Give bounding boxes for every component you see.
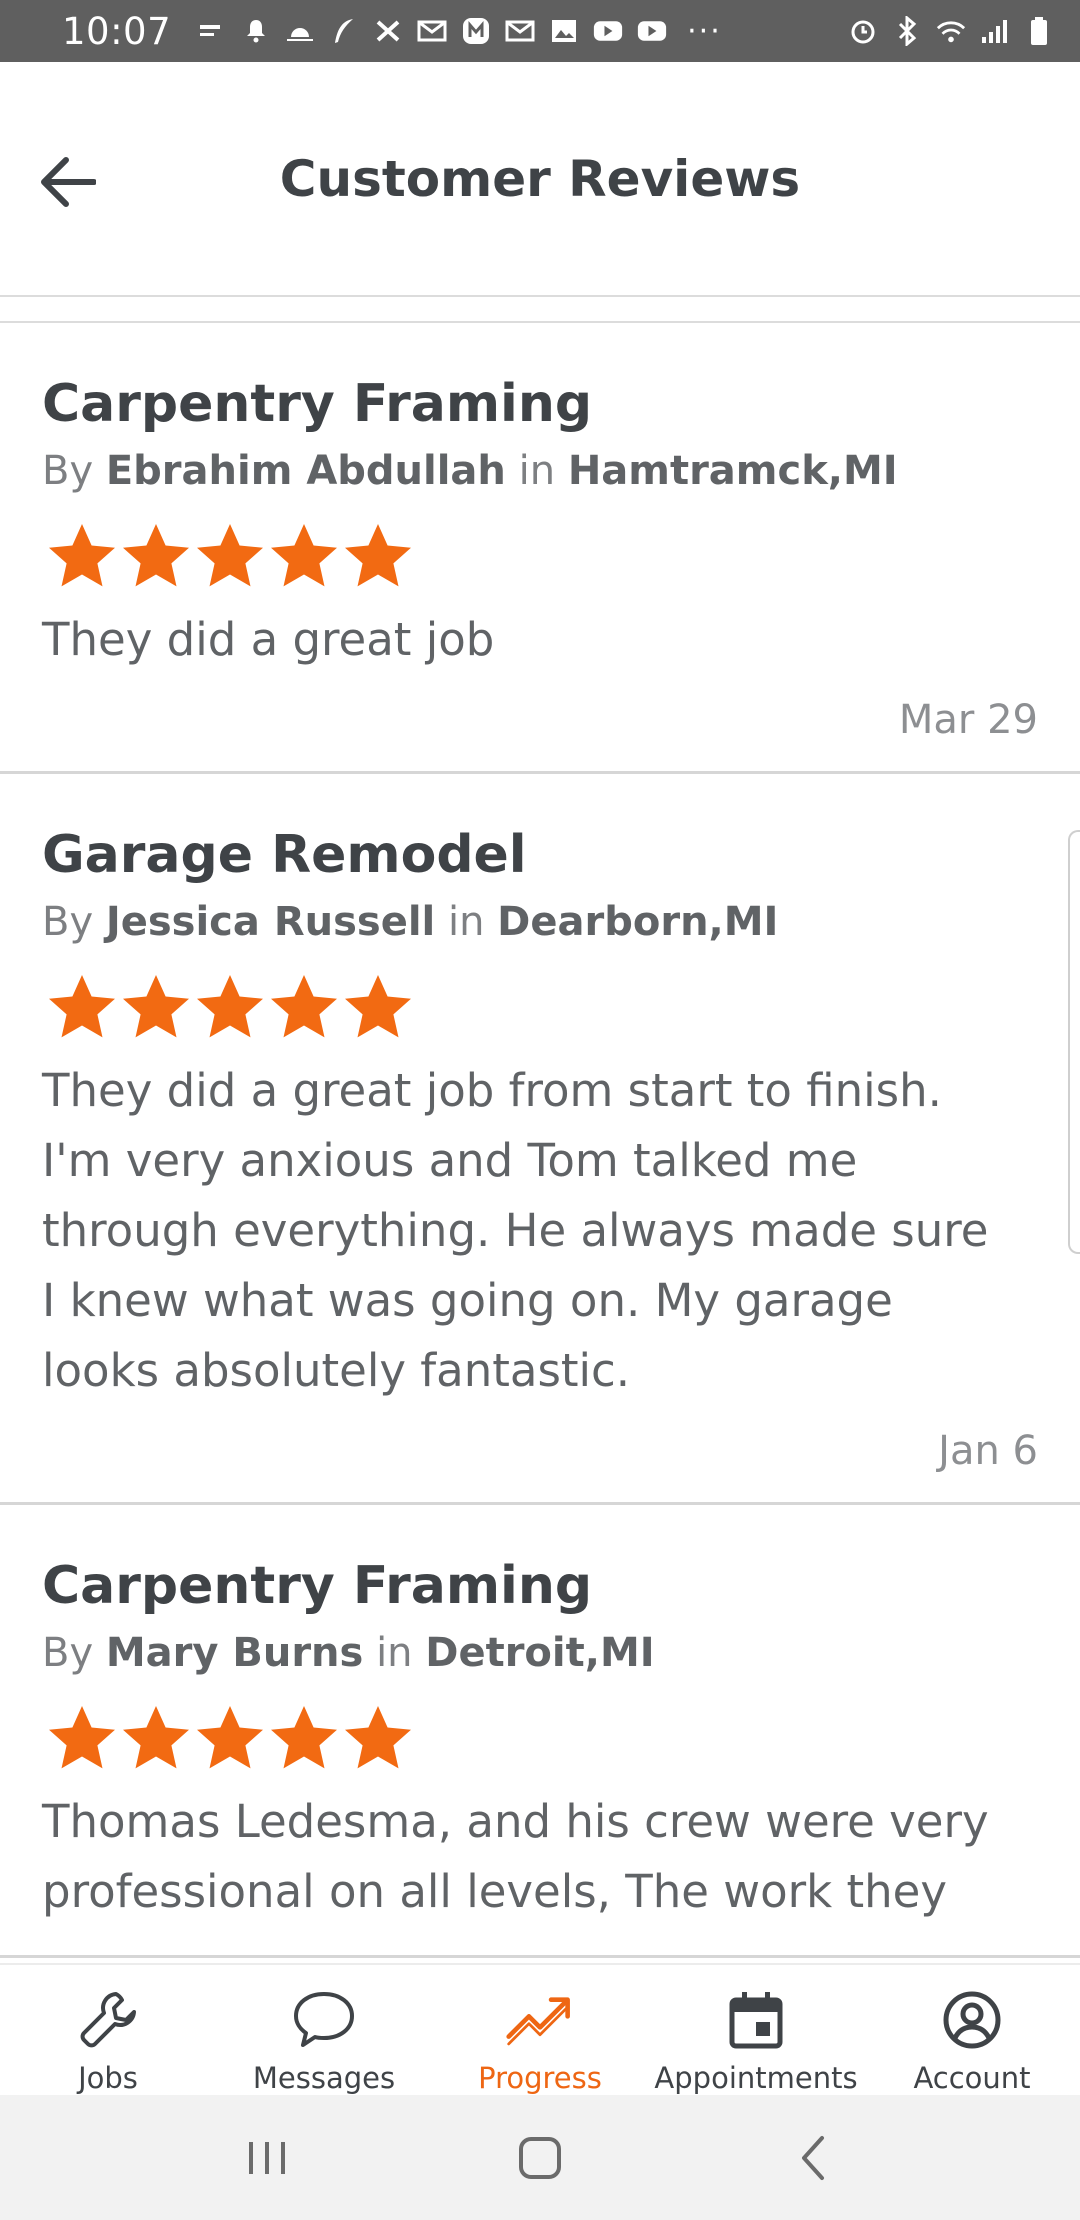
alarm-icon (848, 17, 878, 45)
review-date: Mar 29 (898, 697, 1038, 743)
nav-label: Account (913, 2061, 1031, 2095)
youtube-icon-2 (637, 17, 667, 45)
chat-bubble-icon (289, 1985, 359, 2055)
chevron-left-icon (802, 2135, 825, 2180)
by-prefix: By (42, 1630, 94, 1676)
calendar-icon (721, 1985, 791, 2055)
recents-button[interactable] (227, 2118, 307, 2198)
by-prefix: By (42, 899, 94, 945)
gmail-icon-2 (505, 17, 535, 45)
nav-item-jobs[interactable]: Jobs (0, 1965, 216, 2095)
star-icon (49, 1706, 115, 1769)
review-title: Carpentry Framing (42, 374, 593, 434)
youtube-icon (593, 17, 623, 45)
review-list[interactable]: Carpentry Framing By Ebrahim Abdullah in… (0, 323, 1080, 1963)
star-icon (197, 975, 263, 1038)
review-text: They did a great job from start to finis… (42, 1064, 989, 1397)
star-icon (271, 975, 337, 1038)
nav-item-account[interactable]: Account (864, 1965, 1080, 2095)
review-location: Detroit,MI (425, 1630, 655, 1676)
account-circle-icon (937, 1985, 1007, 2055)
review-author: Ebrahim Abdullah (105, 448, 506, 494)
app-m-icon (461, 17, 491, 45)
by-prefix: By (42, 448, 94, 494)
star-rating (46, 972, 1038, 1040)
home-icon (518, 2136, 561, 2179)
wrench-icon (73, 1985, 143, 2055)
review-date: Jan 6 (938, 1428, 1038, 1474)
review-byline: By Ebrahim Abdullah in Hamtramck,MI (42, 445, 1038, 497)
review-card: Garage Remodel By Jessica Russell in Dea… (0, 774, 1080, 1505)
in-word: in (518, 448, 556, 494)
review-card: Carpentry Framing By Mary Burns in Detro… (0, 1505, 1080, 1958)
volte-wifi-icon (936, 17, 966, 45)
review-card: Carpentry Framing By Ebrahim Abdullah in… (0, 323, 1080, 774)
side-panel-handle[interactable] (1068, 830, 1080, 1254)
star-icon (197, 524, 263, 587)
battery-icon (1024, 17, 1054, 45)
review-text: They did a great job (42, 613, 495, 666)
star-icon (271, 524, 337, 587)
page-title: Customer Reviews (279, 150, 801, 208)
review-byline: By Jessica Russell in Dearborn,MI (42, 896, 1038, 948)
system-back-button[interactable] (773, 2118, 853, 2198)
bluetooth-icon (892, 16, 922, 46)
system-nav-bar (0, 2095, 1080, 2220)
nav-label: Progress (478, 2061, 602, 2095)
star-icon (345, 524, 411, 587)
star-icon (49, 524, 115, 587)
tools-icon (373, 17, 403, 45)
in-word: in (447, 899, 485, 945)
status-time: 10:07 (62, 9, 172, 53)
image-icon (549, 17, 579, 45)
star-icon (197, 1706, 263, 1769)
star-icon (123, 975, 189, 1038)
in-word: in (376, 1630, 413, 1676)
gmail-icon (417, 17, 447, 45)
star-icon (271, 1706, 337, 1769)
review-title: Carpentry Framing (42, 1556, 593, 1616)
notification-icons: ··· (197, 14, 722, 49)
nav-label: Appointments (654, 2061, 858, 2095)
star-rating (46, 521, 1038, 589)
sunrise-icon (285, 17, 315, 45)
trending-up-icon (505, 1985, 575, 2055)
nav-label: Jobs (78, 2061, 138, 2095)
header-divider (0, 295, 1080, 297)
nav-item-messages[interactable]: Messages (216, 1965, 432, 2095)
star-rating (46, 1703, 1038, 1771)
star-icon (123, 1706, 189, 1769)
review-byline: By Mary Burns in Detroit,MI (42, 1627, 1038, 1679)
cast-icon (197, 17, 227, 45)
status-bar: 10:07 ··· (0, 0, 1080, 62)
nav-item-appointments[interactable]: Appointments (648, 1965, 864, 2095)
review-location: Hamtramck,MI (567, 448, 898, 494)
review-author: Jessica Russell (105, 899, 436, 945)
review-location: Dearborn,MI (497, 899, 779, 945)
nav-label: Messages (252, 2061, 396, 2095)
nav-item-progress[interactable]: Progress (432, 1965, 648, 2095)
review-text: Thomas Ledesma, and his crew were very p… (42, 1795, 989, 1918)
app-header: Customer Reviews (0, 62, 1080, 297)
recents-icon (248, 2141, 285, 2174)
signal-icon (980, 17, 1010, 45)
review-title: Garage Remodel (42, 825, 527, 885)
review-author: Mary Burns (105, 1630, 364, 1676)
star-icon (345, 975, 411, 1038)
bottom-nav: Jobs Messages Progress Appointments Acco… (0, 1963, 1080, 2095)
star-icon (345, 1706, 411, 1769)
system-icons (848, 16, 1054, 46)
home-button[interactable] (500, 2118, 580, 2198)
more-notifications: ··· (687, 13, 722, 49)
feather-icon (329, 17, 359, 45)
star-icon (49, 975, 115, 1038)
star-icon (123, 524, 189, 587)
bell-icon (241, 17, 271, 45)
